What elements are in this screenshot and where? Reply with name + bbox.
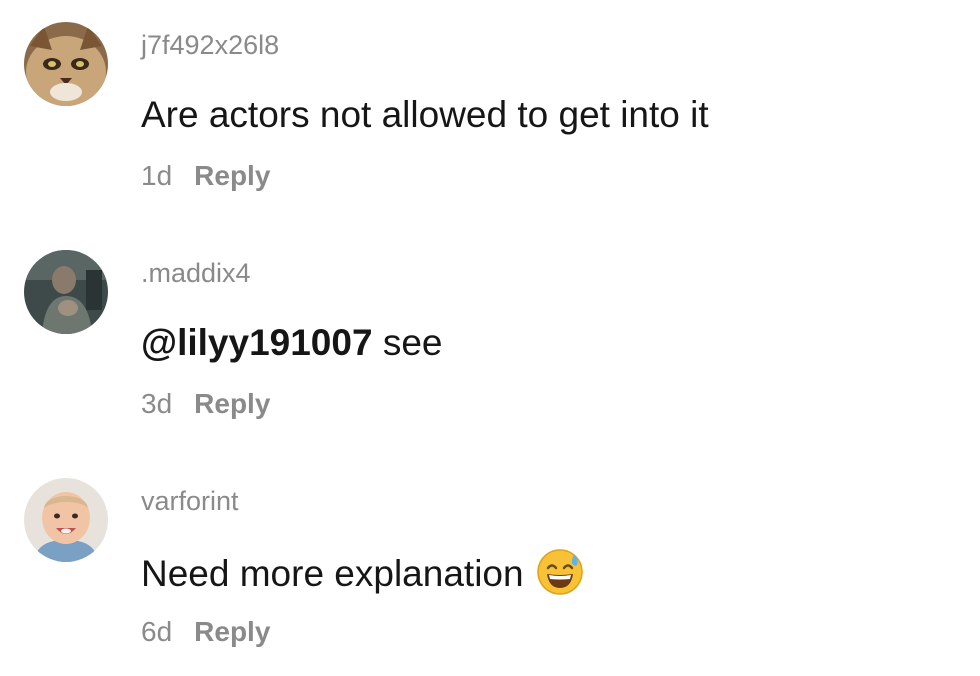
reply-button[interactable]: Reply — [194, 616, 270, 647]
comment-meta: 3d Reply — [141, 386, 270, 422]
comment-meta: 1d Reply — [141, 158, 270, 194]
baby-avatar-icon — [24, 478, 108, 562]
comment-item: varforint Need more explanation 6d Reply — [0, 476, 980, 676]
reply-button[interactable]: Reply — [194, 388, 270, 419]
cat-avatar-icon — [24, 22, 108, 106]
user-avatar[interactable] — [24, 478, 108, 562]
comment-text: Are actors not allowed to get into it — [141, 94, 709, 135]
comment-username[interactable]: varforint — [141, 484, 239, 518]
comment-timestamp: 3d — [141, 388, 173, 419]
user-avatar[interactable] — [24, 22, 108, 106]
person-avatar-icon — [24, 250, 108, 334]
grinning-face-with-sweat-icon — [536, 548, 584, 596]
comment-item: j7f492x26l8 Are actors not allowed to ge… — [0, 20, 980, 220]
comment-meta: 6d Reply — [141, 614, 270, 650]
user-avatar[interactable] — [24, 250, 108, 334]
comment-text: @lilyy191007 see — [141, 320, 442, 366]
comment-username[interactable]: j7f492x26l8 — [141, 28, 279, 62]
comment-text-body: see — [372, 322, 443, 363]
user-mention-link[interactable]: @lilyy191007 — [141, 322, 373, 363]
comment-list: j7f492x26l8 Are actors not allowed to ge… — [0, 0, 980, 676]
reply-button[interactable]: Reply — [194, 160, 270, 191]
comment-timestamp: 1d — [141, 160, 173, 191]
comment-text-body: Need more explanation — [141, 553, 524, 594]
comment-username[interactable]: .maddix4 — [141, 256, 251, 290]
comment-item: .maddix4 @lilyy191007 see 3d Reply — [0, 248, 980, 448]
comment-text: Need more explanation — [141, 548, 584, 597]
comment-timestamp: 6d — [141, 616, 173, 647]
